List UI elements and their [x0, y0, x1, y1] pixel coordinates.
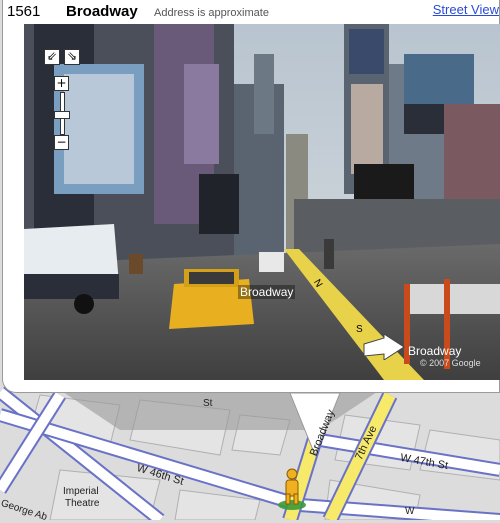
map-label-imperial-theatre-1: Imperial: [63, 486, 99, 497]
zoom-slider-thumb[interactable]: [54, 111, 70, 119]
collapse-icon[interactable]: ⇙: [44, 49, 60, 65]
map-label-w: W: [405, 506, 415, 517]
bubble-header: 1561 Broadway Address is approximate Str…: [7, 0, 500, 24]
panorama-image[interactable]: [24, 24, 500, 380]
street-view-link[interactable]: Street View: [433, 2, 499, 17]
street-view-panorama[interactable]: ⇙ ⇘ + − Broadway N S Broadway © 2007 Goo…: [24, 24, 500, 380]
address-number: 1561: [7, 3, 41, 20]
zoom-in-button[interactable]: +: [54, 76, 69, 91]
map-label-imperial-theatre-2: Theatre: [65, 498, 100, 509]
expand-icon[interactable]: ⇘: [64, 49, 80, 65]
street-label-broadway-right[interactable]: Broadway: [406, 344, 463, 358]
address-note: Address is approximate: [154, 7, 269, 19]
copyright-notice: © 2007 Google: [420, 358, 481, 368]
zoom-out-button[interactable]: −: [54, 135, 69, 150]
navigation-arrow-icon[interactable]: [362, 334, 406, 360]
map-label-st: St: [203, 398, 213, 409]
street-label-broadway-front[interactable]: Broadway: [238, 285, 296, 299]
address-street: Broadway: [66, 3, 138, 20]
